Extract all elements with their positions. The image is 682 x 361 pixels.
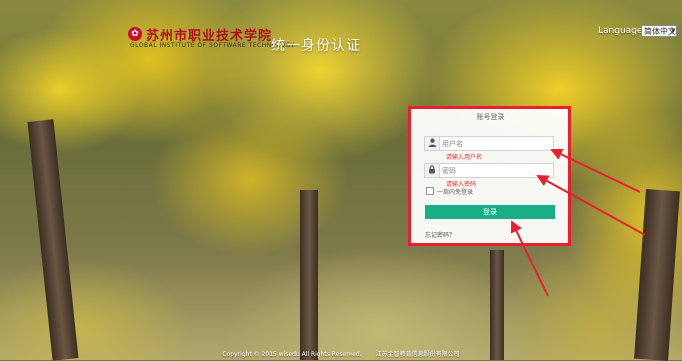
annotation-arrows <box>510 148 646 297</box>
arrow-to-password <box>536 175 646 236</box>
footer-company: 江苏金智教育信息股份有限公司 <box>375 351 460 358</box>
footer-copyright: Copyright © 2015 wisedu All Rights Reser… <box>222 351 362 358</box>
arrow-to-username <box>550 148 641 193</box>
footer: Copyright © 2015 wisedu All Rights Reser… <box>0 349 682 358</box>
arrow-to-login <box>510 220 549 297</box>
